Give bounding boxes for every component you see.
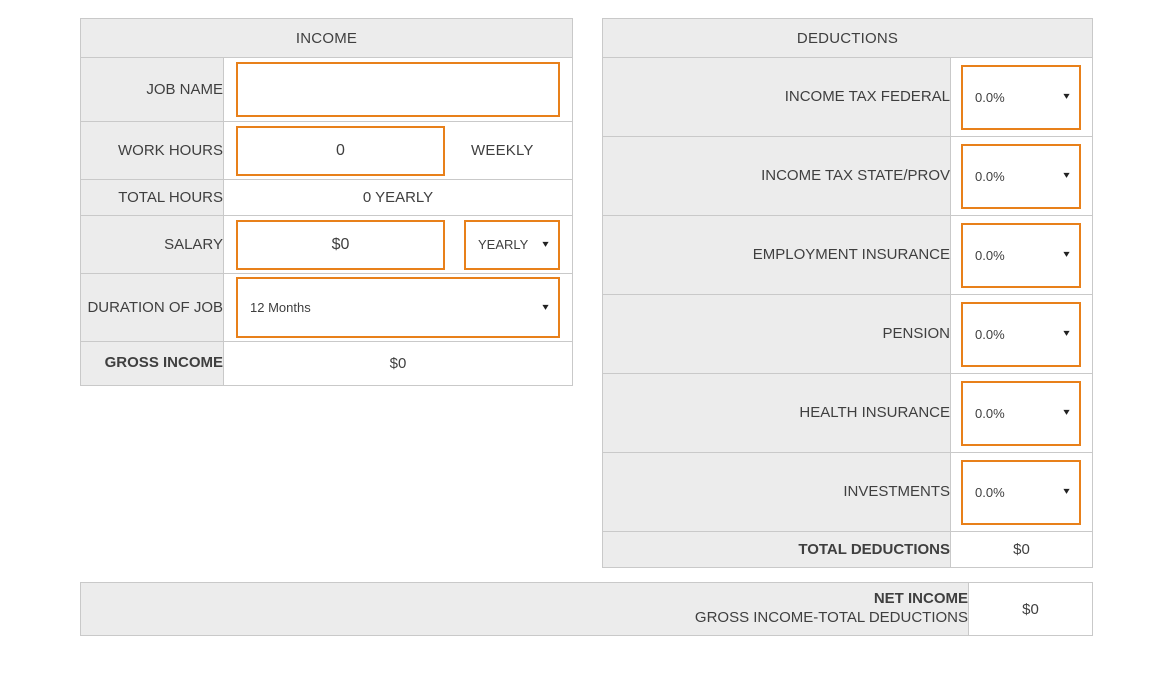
income-tax-state-value: 0.0%: [975, 168, 1005, 184]
deduction-row: HEALTH INSURANCE 0.0% ▾: [602, 373, 1094, 453]
pension-select[interactable]: 0.0% ▾: [961, 301, 1081, 367]
work-hours-input[interactable]: 0: [236, 125, 445, 176]
deductions-panel: DEDUCTIONS INCOME TAX FEDERAL 0.0% ▾ INC…: [601, 18, 1094, 568]
investments-value: 0.0%: [975, 484, 1005, 500]
employment-insurance-cell: 0.0% ▾: [949, 215, 1094, 295]
net-income-value: $0: [968, 582, 1093, 636]
deduction-row: INCOME TAX STATE/PROV 0.0% ▾: [602, 136, 1094, 216]
income-tax-federal-label: INCOME TAX FEDERAL: [602, 57, 951, 137]
work-hours-cell: 0 WEEKLY: [222, 121, 574, 180]
duration-cell: 12 Months ▾: [222, 273, 574, 342]
net-income-row: NET INCOME GROSS INCOME-TOTAL DEDUCTIONS…: [80, 582, 1093, 636]
salary-row: SALARY $0 YEARLY ▾: [80, 215, 574, 274]
salary-cell: $0 YEARLY ▾: [222, 215, 574, 274]
total-hours-value: 0 YEARLY: [222, 179, 574, 216]
employment-insurance-select[interactable]: 0.0% ▾: [961, 222, 1081, 288]
work-hours-label: WORK HOURS: [80, 121, 224, 180]
job-name-input[interactable]: [236, 62, 561, 117]
employment-insurance-value: 0.0%: [975, 247, 1005, 263]
job-name-row: JOB NAME: [80, 57, 574, 122]
chevron-down-icon: ▾: [542, 301, 549, 313]
income-tax-federal-value: 0.0%: [975, 89, 1005, 105]
payroll-calculator-page: INCOME JOB NAME WORK HOURS 0 WEEKLY TOTA…: [0, 0, 1174, 684]
chevron-down-icon: ▾: [542, 238, 549, 250]
chevron-down-icon: ▾: [1063, 486, 1070, 497]
chevron-down-icon: ▾: [1063, 170, 1070, 181]
income-panel: INCOME JOB NAME WORK HOURS 0 WEEKLY TOTA…: [79, 18, 574, 386]
total-hours-label: TOTAL HOURS: [80, 179, 224, 216]
salary-label: SALARY: [80, 215, 224, 274]
investments-select[interactable]: 0.0% ▾: [961, 459, 1081, 525]
duration-value: 12 Months: [250, 300, 311, 315]
duration-label: DURATION OF JOB: [80, 273, 224, 342]
net-income-label: NET INCOME: [873, 590, 968, 608]
duration-row: DURATION OF JOB 12 Months ▾: [80, 273, 574, 342]
total-deductions-row: TOTAL DEDUCTIONS $0: [602, 531, 1094, 568]
health-insurance-select[interactable]: 0.0% ▾: [961, 380, 1081, 446]
health-insurance-label: HEALTH INSURANCE: [602, 373, 951, 453]
deductions-header-row: DEDUCTIONS: [601, 18, 1094, 58]
job-name-cell: [222, 57, 574, 122]
salary-period-value: YEARLY: [478, 237, 529, 252]
total-deductions-label: TOTAL DEDUCTIONS: [602, 531, 951, 568]
pension-cell: 0.0% ▾: [949, 294, 1094, 374]
health-insurance-cell: 0.0% ▾: [949, 373, 1094, 453]
chevron-down-icon: ▾: [1063, 249, 1070, 260]
employment-insurance-label: EMPLOYMENT INSURANCE: [602, 215, 951, 295]
deduction-row: INVESTMENTS 0.0% ▾: [602, 452, 1094, 532]
total-deductions-value: $0: [949, 531, 1094, 568]
health-insurance-value: 0.0%: [975, 405, 1005, 421]
duration-select[interactable]: 12 Months ▾: [236, 277, 561, 338]
deduction-row: EMPLOYMENT INSURANCE 0.0% ▾: [602, 215, 1094, 295]
investments-cell: 0.0% ▾: [949, 452, 1094, 532]
gross-income-row: GROSS INCOME $0: [80, 341, 574, 386]
salary-input[interactable]: $0: [236, 219, 445, 270]
income-tax-state-label: INCOME TAX STATE/PROV: [602, 136, 951, 216]
net-income-label-cell: NET INCOME GROSS INCOME-TOTAL DEDUCTIONS: [80, 582, 969, 636]
work-hours-unit: WEEKLY: [471, 142, 534, 159]
deductions-panel-title: DEDUCTIONS: [601, 18, 1094, 58]
net-income-panel: NET INCOME GROSS INCOME-TOTAL DEDUCTIONS…: [80, 582, 1093, 636]
deduction-row: PENSION 0.0% ▾: [602, 294, 1094, 374]
investments-label: INVESTMENTS: [602, 452, 951, 532]
chevron-down-icon: ▾: [1063, 91, 1070, 102]
salary-period-select[interactable]: YEARLY ▾: [464, 219, 560, 270]
income-tax-federal-select[interactable]: 0.0% ▾: [961, 64, 1081, 130]
pension-value: 0.0%: [975, 326, 1005, 342]
income-header-row: INCOME: [79, 18, 574, 58]
chevron-down-icon: ▾: [1063, 328, 1070, 339]
chevron-down-icon: ▾: [1063, 407, 1070, 418]
job-name-label: JOB NAME: [80, 57, 224, 122]
income-panel-title: INCOME: [79, 18, 574, 58]
deduction-row: INCOME TAX FEDERAL 0.0% ▾: [602, 57, 1094, 137]
income-tax-state-select[interactable]: 0.0% ▾: [961, 143, 1081, 209]
work-hours-row: WORK HOURS 0 WEEKLY: [80, 121, 574, 180]
income-tax-state-cell: 0.0% ▾: [949, 136, 1094, 216]
income-tax-federal-cell: 0.0% ▾: [949, 57, 1094, 137]
total-hours-row: TOTAL HOURS 0 YEARLY: [80, 179, 574, 216]
net-income-formula: GROSS INCOME-TOTAL DEDUCTIONS: [694, 609, 968, 626]
pension-label: PENSION: [602, 294, 951, 374]
gross-income-value: $0: [222, 341, 574, 386]
gross-income-label: GROSS INCOME: [80, 341, 224, 386]
